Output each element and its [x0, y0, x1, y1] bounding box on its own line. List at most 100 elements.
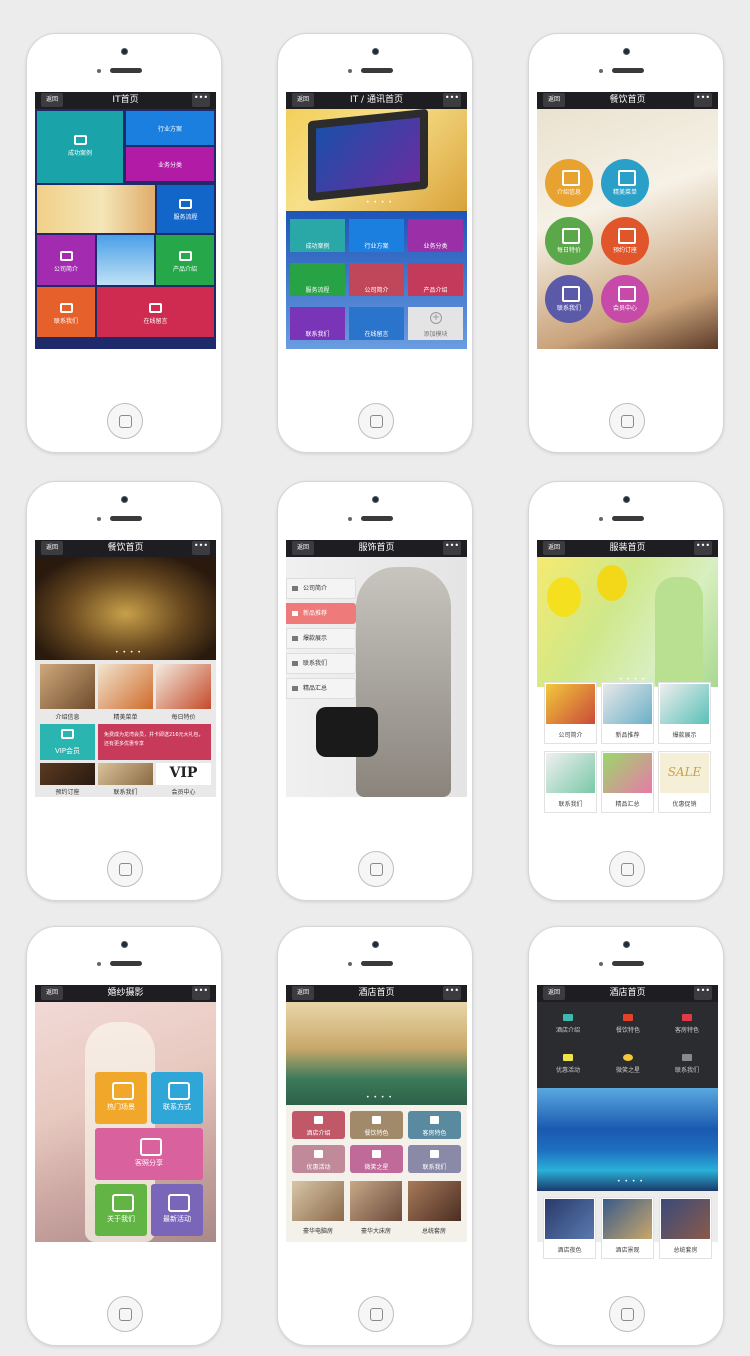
img-intro[interactable] [40, 664, 95, 709]
tile-about[interactable]: 公司简介 [37, 235, 95, 285]
img-contact[interactable] [98, 763, 153, 785]
card-night-view[interactable]: 酒店夜色 [543, 1197, 596, 1259]
tile-products[interactable]: 产品介绍 [156, 235, 214, 285]
icon-contact[interactable]: 联系我们 [658, 1054, 716, 1074]
item-hot[interactable]: 爆款展示 [658, 682, 711, 744]
home-button[interactable] [358, 851, 394, 887]
tablet-banner[interactable]: • • • • [286, 108, 467, 211]
room-photo[interactable] [350, 1181, 402, 1221]
circle-intro[interactable]: 介绍信息 [545, 159, 593, 207]
more-button[interactable]: ••• [192, 986, 210, 1000]
home-button[interactable] [609, 851, 645, 887]
more-button[interactable]: ••• [694, 986, 712, 1000]
back-button[interactable]: 返回 [543, 93, 566, 107]
back-button[interactable]: 返回 [543, 541, 566, 555]
home-button[interactable] [107, 403, 143, 439]
tile-client-photos[interactable]: 客照分享 [95, 1128, 203, 1180]
tile-business[interactable]: 业务分类 [126, 147, 214, 181]
circle-booking[interactable]: 预约订座 [601, 217, 649, 265]
card-scenery[interactable]: 酒店景观 [601, 1197, 654, 1259]
pool-banner[interactable]: • • • • [537, 1088, 718, 1191]
menu-new[interactable]: 新品推荐 [286, 603, 356, 624]
more-button[interactable]: ••• [443, 986, 461, 1000]
icon-hotel-intro[interactable]: 酒店介绍 [539, 1014, 597, 1034]
room-photo[interactable] [292, 1181, 344, 1221]
btn-hotel-intro[interactable]: 酒店介绍 [292, 1111, 345, 1139]
circle-member[interactable]: 会员中心 [601, 275, 649, 323]
tile-events[interactable]: 最新活动 [151, 1184, 203, 1236]
menu-hot[interactable]: 爆款展示 [286, 628, 356, 649]
home-button[interactable] [107, 1296, 143, 1332]
menu-contact[interactable]: 联系我们 [286, 653, 356, 674]
tile-about[interactable]: 公司简介 [349, 263, 404, 296]
more-button[interactable]: ••• [694, 93, 712, 107]
img-booking[interactable] [40, 763, 95, 785]
img-special[interactable] [156, 664, 211, 709]
back-button[interactable]: 返回 [41, 541, 64, 555]
tile-industry[interactable]: 行业方案 [126, 111, 214, 145]
tile-cases[interactable]: 成功案例 [290, 219, 345, 252]
back-button[interactable]: 返回 [292, 541, 315, 555]
back-button[interactable]: 返回 [41, 93, 64, 107]
lobster-banner[interactable]: • • • • [35, 557, 216, 660]
more-button[interactable]: ••• [443, 541, 461, 555]
tile-hot-scenes[interactable]: 热门场景 [95, 1072, 147, 1124]
item-new[interactable]: 新品推荐 [601, 682, 654, 744]
more-button[interactable]: ••• [192, 541, 210, 555]
vip-member-button[interactable]: VIP会员 [40, 724, 95, 760]
btn-offers[interactable]: 优惠活动 [292, 1145, 345, 1173]
circle-special[interactable]: 每日特价 [545, 217, 593, 265]
back-button[interactable]: 返回 [292, 93, 315, 107]
tile-business[interactable]: 业务分类 [408, 219, 463, 252]
item-collection[interactable]: 精品汇总 [601, 751, 654, 813]
item-about[interactable]: 公司简介 [544, 682, 597, 744]
back-button[interactable]: 返回 [41, 986, 64, 1000]
icon-smile-star[interactable]: 微笑之星 [599, 1054, 657, 1074]
home-button[interactable] [358, 403, 394, 439]
menu-about[interactable]: 公司简介 [286, 578, 356, 599]
tile-products[interactable]: 产品介绍 [408, 263, 463, 296]
case-icon [73, 135, 87, 145]
tile-about[interactable]: 关于我们 [95, 1184, 147, 1236]
menu-collection[interactable]: 精品汇总 [286, 678, 356, 699]
btn-dining[interactable]: 餐饮特色 [350, 1111, 403, 1139]
icon-dining[interactable]: 餐饮特色 [599, 1014, 657, 1034]
home-button[interactable] [609, 1296, 645, 1332]
icon-offers[interactable]: 优惠活动 [539, 1054, 597, 1074]
more-button[interactable]: ••• [443, 93, 461, 107]
tile-contact[interactable]: 联系我们 [37, 287, 95, 337]
btn-contact[interactable]: 联系我们 [408, 1145, 461, 1173]
item-contact[interactable]: 联系我们 [544, 751, 597, 813]
btn-smile-star[interactable]: 微笑之星 [350, 1145, 403, 1173]
img-menu[interactable] [98, 664, 153, 709]
promo-banner[interactable]: 免费成为龙湾会员，并卡即送216元大礼包，还有更多优惠专享 [98, 724, 211, 760]
balloon-banner[interactable]: • • • • [537, 557, 718, 687]
camera [121, 496, 128, 503]
tile-contact[interactable]: 联系方式 [151, 1072, 203, 1124]
tile-industry[interactable]: 行业方案 [349, 219, 404, 252]
more-button[interactable]: ••• [694, 541, 712, 555]
tile-contact[interactable]: 联系我们 [290, 307, 345, 340]
tile-add-module[interactable]: + 添加模块 [408, 307, 463, 340]
item-sale[interactable]: SALE 优惠促销 [658, 751, 711, 813]
circle-menu[interactable]: 精美菜单 [601, 159, 649, 207]
icon-rooms[interactable]: 客房特色 [658, 1014, 716, 1034]
room-photo[interactable] [408, 1181, 461, 1221]
tile-cases[interactable]: 成功案例 [37, 111, 123, 183]
home-button[interactable] [107, 851, 143, 887]
home-button[interactable] [609, 403, 645, 439]
btn-rooms[interactable]: 客房特色 [408, 1111, 461, 1139]
back-button[interactable]: 返回 [292, 986, 315, 1000]
tile-process[interactable]: 服务流程 [157, 185, 214, 233]
card-presidential[interactable]: 总统套房 [659, 1197, 712, 1259]
vip-sign[interactable]: VIP [156, 763, 211, 785]
tile-message[interactable]: 在线留言 [349, 307, 404, 340]
tile-message[interactable]: 在线留言 [97, 287, 214, 337]
home-button[interactable] [358, 1296, 394, 1332]
hotel-room-banner[interactable]: • • • • [286, 1002, 467, 1105]
circle-contact[interactable]: 联系我们 [545, 275, 593, 323]
back-button[interactable]: 返回 [543, 986, 566, 1000]
screen: 返回 服饰首页 ••• 公司简介 新品推荐 爆款展示 联系我们 精品汇总 [286, 540, 467, 845]
tile-process[interactable]: 服务流程 [290, 263, 345, 296]
more-button[interactable]: ••• [192, 93, 210, 107]
